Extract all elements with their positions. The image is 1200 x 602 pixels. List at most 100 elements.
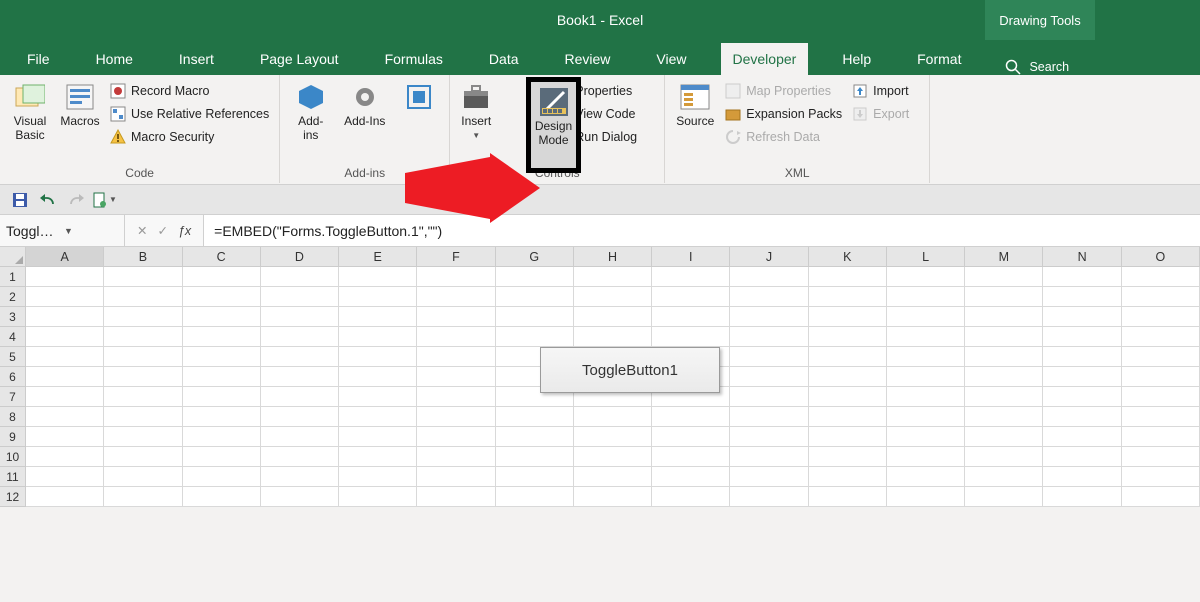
cell[interactable] bbox=[887, 487, 965, 507]
cell[interactable] bbox=[417, 487, 495, 507]
name-box[interactable]: ToggleBut... ▼ bbox=[0, 215, 125, 246]
tab-insert[interactable]: Insert bbox=[167, 43, 226, 75]
cell[interactable] bbox=[417, 447, 495, 467]
cell[interactable] bbox=[339, 387, 417, 407]
cell[interactable] bbox=[1043, 427, 1121, 447]
macro-security-button[interactable]: Macro Security bbox=[106, 127, 273, 147]
cell[interactable] bbox=[183, 327, 261, 347]
cell[interactable] bbox=[26, 487, 104, 507]
column-header[interactable]: O bbox=[1122, 247, 1200, 267]
cell[interactable] bbox=[652, 327, 730, 347]
cell[interactable] bbox=[652, 487, 730, 507]
excel-addins-button[interactable]: Add-Ins bbox=[341, 79, 389, 143]
cell[interactable] bbox=[1122, 387, 1200, 407]
cell[interactable] bbox=[417, 427, 495, 447]
cell[interactable] bbox=[496, 427, 574, 447]
cell[interactable] bbox=[574, 467, 652, 487]
cell[interactable] bbox=[652, 307, 730, 327]
cell[interactable] bbox=[104, 347, 182, 367]
map-properties-button[interactable]: Map Properties bbox=[721, 81, 846, 101]
cell[interactable] bbox=[261, 407, 339, 427]
column-header[interactable]: B bbox=[104, 247, 182, 267]
cell[interactable] bbox=[26, 367, 104, 387]
cell[interactable] bbox=[574, 487, 652, 507]
cell[interactable] bbox=[339, 487, 417, 507]
tell-me-search[interactable]: Search bbox=[995, 59, 1079, 75]
cell[interactable] bbox=[1122, 287, 1200, 307]
row-header[interactable]: 5 bbox=[0, 347, 26, 367]
column-header[interactable]: A bbox=[26, 247, 104, 267]
column-header[interactable]: K bbox=[809, 247, 887, 267]
cell[interactable] bbox=[417, 347, 495, 367]
cell[interactable] bbox=[104, 367, 182, 387]
cell[interactable] bbox=[1122, 427, 1200, 447]
run-dialog-button[interactable]: Run Dialog bbox=[550, 127, 641, 147]
row-header[interactable]: 2 bbox=[0, 287, 26, 307]
cell[interactable] bbox=[1122, 407, 1200, 427]
cell[interactable] bbox=[1043, 327, 1121, 347]
cell[interactable] bbox=[261, 347, 339, 367]
cell[interactable] bbox=[887, 267, 965, 287]
cell[interactable] bbox=[1122, 307, 1200, 327]
cell[interactable] bbox=[574, 267, 652, 287]
cell[interactable] bbox=[730, 447, 808, 467]
xml-source-button[interactable]: Source bbox=[671, 79, 719, 147]
cell[interactable] bbox=[339, 467, 417, 487]
row-header[interactable]: 4 bbox=[0, 327, 26, 347]
cell[interactable] bbox=[574, 307, 652, 327]
cell[interactable] bbox=[809, 307, 887, 327]
cell[interactable] bbox=[339, 447, 417, 467]
cell[interactable] bbox=[26, 267, 104, 287]
cell[interactable] bbox=[1122, 267, 1200, 287]
cell[interactable] bbox=[730, 407, 808, 427]
cell[interactable] bbox=[730, 467, 808, 487]
cell[interactable] bbox=[1043, 367, 1121, 387]
cell[interactable] bbox=[104, 267, 182, 287]
cell[interactable] bbox=[887, 347, 965, 367]
properties-button[interactable]: Properties bbox=[550, 81, 641, 101]
cell[interactable] bbox=[496, 487, 574, 507]
cell[interactable] bbox=[1043, 267, 1121, 287]
cell[interactable] bbox=[417, 387, 495, 407]
cell[interactable] bbox=[809, 327, 887, 347]
cell[interactable] bbox=[574, 327, 652, 347]
cell[interactable] bbox=[1043, 467, 1121, 487]
cell[interactable] bbox=[652, 427, 730, 447]
cell[interactable] bbox=[183, 307, 261, 327]
cell[interactable] bbox=[183, 407, 261, 427]
cell[interactable] bbox=[809, 387, 887, 407]
column-header[interactable]: G bbox=[496, 247, 574, 267]
cell[interactable] bbox=[104, 407, 182, 427]
cell[interactable] bbox=[417, 367, 495, 387]
cell[interactable] bbox=[496, 267, 574, 287]
cell[interactable] bbox=[339, 427, 417, 447]
row-header[interactable]: 11 bbox=[0, 467, 26, 487]
cell[interactable] bbox=[1043, 287, 1121, 307]
tab-data[interactable]: Data bbox=[477, 43, 531, 75]
select-all-corner[interactable] bbox=[0, 247, 26, 267]
tab-file[interactable]: File bbox=[15, 43, 62, 75]
cell[interactable] bbox=[965, 427, 1043, 447]
cell[interactable] bbox=[104, 307, 182, 327]
cell[interactable] bbox=[26, 327, 104, 347]
cell[interactable] bbox=[417, 287, 495, 307]
cell[interactable] bbox=[965, 467, 1043, 487]
cell[interactable] bbox=[26, 307, 104, 327]
cell[interactable] bbox=[965, 287, 1043, 307]
toggle-button-control[interactable]: ToggleButton1 bbox=[540, 347, 720, 393]
use-relative-references-button[interactable]: Use Relative References bbox=[106, 104, 273, 124]
cell[interactable] bbox=[887, 367, 965, 387]
cell[interactable] bbox=[261, 447, 339, 467]
row-header[interactable]: 8 bbox=[0, 407, 26, 427]
cell[interactable] bbox=[652, 287, 730, 307]
column-header[interactable]: C bbox=[183, 247, 261, 267]
cell[interactable] bbox=[339, 407, 417, 427]
cell[interactable] bbox=[887, 307, 965, 327]
cell[interactable] bbox=[104, 327, 182, 347]
refresh-data-button[interactable]: Refresh Data bbox=[721, 127, 846, 147]
cell[interactable] bbox=[261, 307, 339, 327]
cell[interactable] bbox=[965, 387, 1043, 407]
design-mode-button[interactable] bbox=[498, 79, 548, 147]
cell[interactable] bbox=[496, 307, 574, 327]
cell[interactable] bbox=[183, 487, 261, 507]
